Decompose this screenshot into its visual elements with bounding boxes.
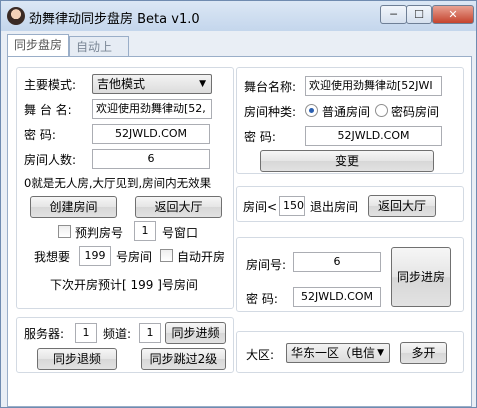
app-window: 劲舞律动同步盘房 Beta v1.0 ─ ☐ ✕ 同步盘房 自动上号 主要模式:… bbox=[0, 0, 477, 408]
window-title: 劲舞律动同步盘房 Beta v1.0 bbox=[29, 12, 200, 27]
sync-skip-button[interactable]: 同步跳过2级 bbox=[141, 348, 226, 370]
stage-name-input-right[interactable]: 欢迎使用劲舞律动[52JWI bbox=[305, 76, 442, 96]
channel-label: 频道: bbox=[103, 327, 132, 341]
password-label-join: 密 码: bbox=[246, 292, 278, 306]
exit-room-group: 房间< 150 退出房间 返回大厅 bbox=[236, 186, 464, 222]
region-label: 大区: bbox=[246, 348, 275, 362]
normal-room-radio[interactable] bbox=[305, 104, 318, 117]
auto-open-checkbox[interactable] bbox=[160, 249, 173, 262]
stage-name-label-right: 舞台名称: bbox=[244, 80, 297, 94]
password-input-right[interactable]: 52JWLD.COM bbox=[305, 126, 442, 146]
predict-room-input[interactable]: 1 bbox=[134, 221, 156, 241]
room-no-input[interactable]: 6 bbox=[293, 252, 381, 272]
room-label: 号房间 bbox=[116, 250, 153, 264]
change-button[interactable]: 变更 bbox=[260, 150, 434, 172]
multi-open-button[interactable]: 多开 bbox=[400, 342, 447, 364]
auto-open-label: 自动开房 bbox=[177, 250, 226, 264]
minimize-button[interactable]: ─ bbox=[380, 5, 407, 24]
maximize-button[interactable]: ☐ bbox=[406, 5, 432, 24]
predict-room-label: 预判房号 bbox=[75, 226, 124, 240]
back-to-lobby-button[interactable]: 返回大厅 bbox=[135, 196, 222, 218]
room-lt-input[interactable]: 150 bbox=[279, 196, 305, 216]
mode-select[interactable]: 吉他模式 ▼ bbox=[92, 74, 212, 94]
stage-settings-group: 舞台名称: 欢迎使用劲舞律动[52JWI 房间种类: 普通房间 密码房间 密 码… bbox=[236, 67, 464, 174]
create-room-button[interactable]: 创建房间 bbox=[30, 196, 117, 218]
password-input-join[interactable]: 52JWLD.COM bbox=[293, 287, 381, 307]
next-forecast-text: 下次开房预计[ 199 ]号房间 bbox=[50, 278, 198, 292]
predict-room-checkbox[interactable] bbox=[58, 225, 71, 238]
hint-text: 0就是无人房,大厅见到,房间内无效果 bbox=[24, 176, 212, 190]
password-label-right: 密 码: bbox=[244, 130, 276, 144]
sync-join-room-button[interactable]: 同步进房 bbox=[391, 247, 451, 307]
tab-sync-room[interactable]: 同步盘房 bbox=[7, 34, 69, 57]
tab-content: 主要模式: 吉他模式 ▼ 舞 台 名: 欢迎使用劲舞律动[52, 密 码: 52… bbox=[7, 56, 472, 407]
want-open-input[interactable]: 199 bbox=[79, 246, 111, 266]
mode-label: 主要模式: bbox=[24, 78, 77, 92]
channel-group: 服务器: 1 频道: 1 同步进频 同步退频 同步跳过2级 bbox=[16, 317, 234, 373]
mode-select-value: 吉他模式 bbox=[97, 77, 146, 91]
stage-name-input[interactable]: 欢迎使用劲舞律动[52, bbox=[92, 99, 212, 119]
region-group: 大区: 华东一区（电信 ▼ 多开 bbox=[236, 331, 464, 373]
back-to-lobby-button-right[interactable]: 返回大厅 bbox=[368, 195, 436, 217]
exit-room-label: 退出房间 bbox=[310, 200, 359, 214]
want-open-label: 我想要 bbox=[34, 250, 71, 264]
room-count-input[interactable]: 6 bbox=[92, 149, 210, 169]
stage-name-label: 舞 台 名: bbox=[24, 103, 72, 117]
window-label: 号窗口 bbox=[162, 226, 199, 240]
password-room-label: 密码房间 bbox=[391, 105, 440, 119]
chevron-down-icon: ▼ bbox=[377, 348, 384, 358]
region-select-value: 华东一区（电信 bbox=[291, 346, 376, 360]
password-input[interactable]: 52JWLD.COM bbox=[92, 124, 210, 144]
room-type-label: 房间种类: bbox=[244, 105, 297, 119]
tab-auto-login[interactable]: 自动上号 bbox=[69, 36, 129, 74]
sync-enter-channel-button[interactable]: 同步进频 bbox=[165, 322, 226, 344]
room-no-label: 房间号: bbox=[246, 258, 287, 272]
password-room-radio[interactable] bbox=[375, 104, 388, 117]
room-count-label: 房间人数: bbox=[24, 153, 77, 167]
room-lt-label: 房间< bbox=[243, 200, 278, 214]
join-room-group: 房间号: 6 密 码: 52JWLD.COM 同步进房 bbox=[236, 237, 464, 312]
password-label: 密 码: bbox=[24, 128, 56, 142]
sync-exit-channel-button[interactable]: 同步退频 bbox=[37, 348, 117, 370]
room-create-group: 主要模式: 吉他模式 ▼ 舞 台 名: 欢迎使用劲舞律动[52, 密 码: 52… bbox=[16, 67, 234, 309]
title-bar[interactable]: 劲舞律动同步盘房 Beta v1.0 ─ ☐ ✕ bbox=[1, 1, 476, 31]
server-input[interactable]: 1 bbox=[75, 323, 97, 343]
region-select[interactable]: 华东一区（电信 ▼ bbox=[286, 343, 390, 363]
app-avatar-icon bbox=[7, 7, 25, 25]
chevron-down-icon: ▼ bbox=[199, 79, 206, 89]
close-button[interactable]: ✕ bbox=[432, 5, 474, 24]
server-label: 服务器: bbox=[24, 327, 65, 341]
normal-room-label: 普通房间 bbox=[322, 105, 371, 119]
channel-input[interactable]: 1 bbox=[139, 323, 161, 343]
